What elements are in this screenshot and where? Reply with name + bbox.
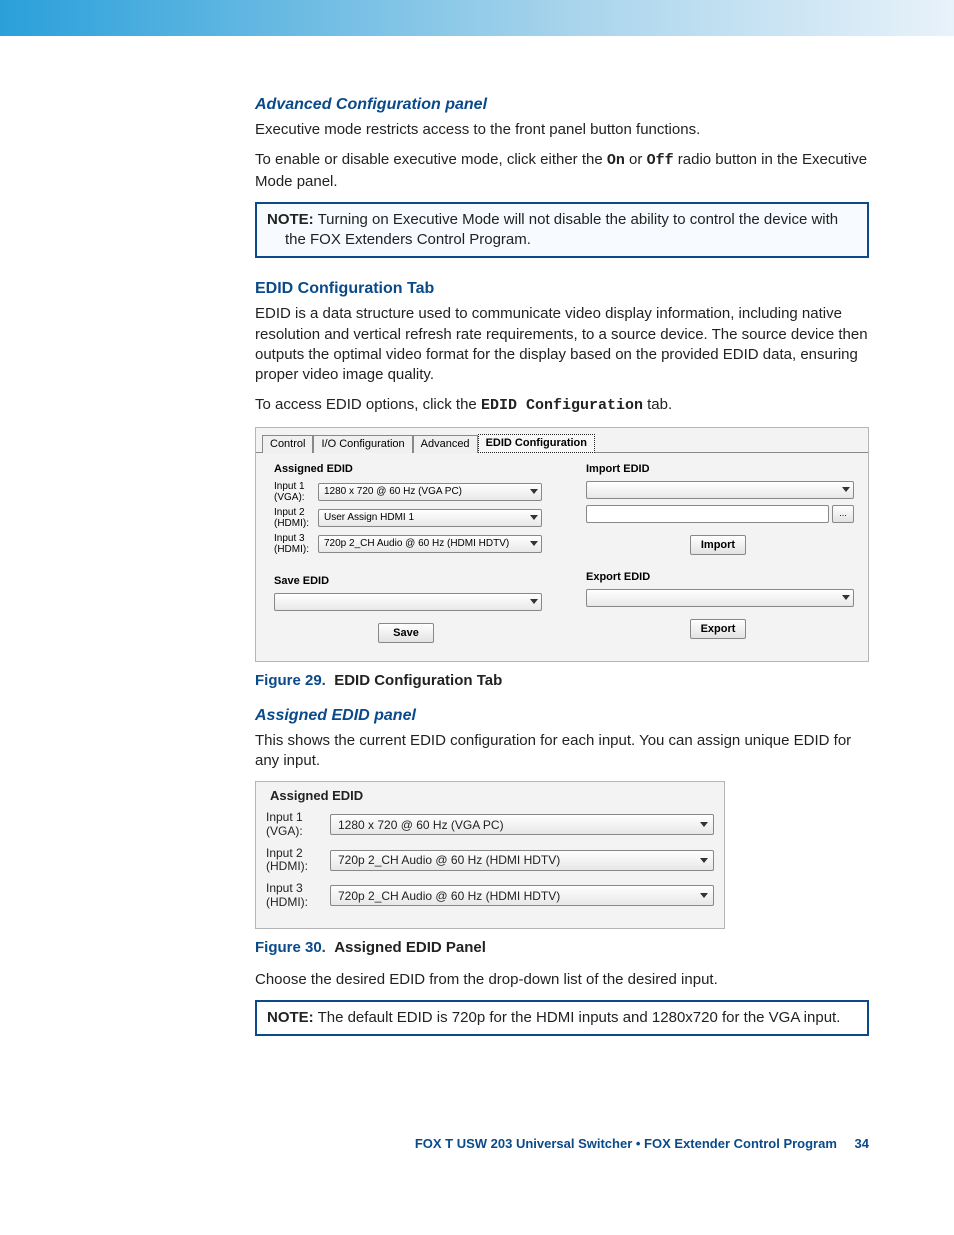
note-box-default-edid: NOTE: The default EDID is 720p for the H… [255, 1000, 869, 1036]
p2-input2-dropdown[interactable]: 720p 2_CH Audio @ 60 Hz (HDMI HDTV) [330, 850, 714, 871]
save-edid-title: Save EDID [274, 575, 542, 587]
p2-input3-dropdown[interactable]: 720p 2_CH Audio @ 60 Hz (HDMI HDTV) [330, 885, 714, 906]
tab-io-configuration[interactable]: I/O Configuration [313, 435, 412, 453]
import-button[interactable]: Import [690, 535, 746, 555]
figure-30-caption: Figure 30. Assigned EDID Panel [255, 939, 869, 956]
input1-edid-dropdown[interactable]: 1280 x 720 @ 60 Hz (VGA PC) [318, 483, 542, 501]
note-text: Turning on Executive Mode will not disab… [318, 211, 839, 228]
export-edid-title: Export EDID [586, 571, 854, 583]
p2-input1-dropdown[interactable]: 1280 x 720 @ 60 Hz (VGA PC) [330, 814, 714, 835]
dropdown-value: 1280 x 720 @ 60 Hz (VGA PC) [324, 486, 462, 497]
import-file-path[interactable] [586, 505, 829, 523]
import-edid-dropdown[interactable] [586, 481, 854, 499]
page-header-bar [0, 0, 954, 36]
chevron-down-icon [842, 595, 850, 600]
chevron-down-icon [530, 515, 538, 520]
export-edid-dropdown[interactable] [586, 589, 854, 607]
p2-input2-label: Input 2 (HDMI): [266, 847, 330, 875]
export-button[interactable]: Export [690, 619, 747, 639]
note-box-exec-mode: NOTE: Turning on Executive Mode will not… [255, 202, 869, 259]
note-text-line2: the FOX Extenders Control Program. [267, 230, 857, 250]
chevron-down-icon [700, 893, 708, 898]
dropdown-value: 720p 2_CH Audio @ 60 Hz (HDMI HDTV) [324, 538, 509, 549]
dropdown-value: 720p 2_CH Audio @ 60 Hz (HDMI HDTV) [338, 853, 560, 867]
text: tab. [643, 396, 672, 413]
text-off: Off [647, 152, 674, 169]
import-edid-title: Import EDID [586, 463, 854, 475]
text: or [625, 151, 647, 168]
dropdown-value: 720p 2_CH Audio @ 60 Hz (HDMI HDTV) [338, 889, 560, 903]
para-choose-edid: Choose the desired EDID from the drop-do… [255, 970, 869, 990]
para-exec-mode-desc: Executive mode restricts access to the f… [255, 120, 869, 140]
input3-label: Input 3 (HDMI): [270, 533, 318, 555]
note-label: NOTE: [267, 1009, 314, 1026]
assigned-edid-panel-title: Assigned EDID [270, 788, 714, 803]
para-edid-desc: EDID is a data structure used to communi… [255, 304, 869, 385]
dropdown-value: 1280 x 720 @ 60 Hz (VGA PC) [338, 818, 504, 832]
heading-assigned-edid: Assigned EDID panel [255, 707, 869, 725]
chevron-down-icon [530, 599, 538, 604]
chevron-down-icon [700, 858, 708, 863]
chevron-down-icon [700, 822, 708, 827]
assigned-edid-title: Assigned EDID [274, 463, 542, 475]
para-edid-access: To access EDID options, click the EDID C… [255, 395, 869, 416]
input2-label: Input 2 (HDMI): [270, 507, 318, 529]
save-button[interactable]: Save [378, 623, 434, 643]
assigned-edid-panel: Assigned EDID Input 1 (VGA): 1280 x 720 … [255, 781, 725, 929]
heading-edid-config: EDID Configuration Tab [255, 280, 869, 298]
dropdown-value: User Assign HDMI 1 [324, 512, 414, 523]
browse-button[interactable]: ... [832, 505, 854, 523]
tab-edid-configuration[interactable]: EDID Configuration [478, 434, 595, 453]
tab-advanced[interactable]: Advanced [413, 435, 478, 453]
note-text: The default EDID is 720p for the HDMI in… [318, 1009, 841, 1026]
text-mono: EDID Configuration [481, 397, 643, 414]
chevron-down-icon [530, 541, 538, 546]
figure-29-caption: Figure 29. EDID Configuration Tab [255, 672, 869, 689]
text: To access EDID options, click the [255, 396, 481, 413]
text-on: On [607, 152, 625, 169]
input1-label: Input 1 (VGA): [270, 481, 318, 503]
p2-input1-label: Input 1 (VGA): [266, 811, 330, 839]
para-exec-mode-howto: To enable or disable executive mode, cli… [255, 150, 869, 192]
input2-edid-dropdown[interactable]: User Assign HDMI 1 [318, 509, 542, 527]
chevron-down-icon [530, 489, 538, 494]
tab-control[interactable]: Control [262, 435, 313, 453]
edid-config-panel: Control I/O Configuration Advanced EDID … [255, 427, 869, 662]
text: To enable or disable executive mode, cli… [255, 151, 607, 168]
tab-bar: Control I/O Configuration Advanced EDID … [256, 428, 868, 452]
save-edid-dropdown[interactable] [274, 593, 542, 611]
heading-advanced-config: Advanced Configuration panel [255, 96, 869, 114]
chevron-down-icon [842, 487, 850, 492]
p2-input3-label: Input 3 (HDMI): [266, 882, 330, 910]
note-label: NOTE: [267, 211, 314, 228]
page-footer: FOX T USW 203 Universal Switcher • FOX E… [0, 1136, 954, 1191]
para-assigned-edid-desc: This shows the current EDID configuratio… [255, 731, 869, 772]
input3-edid-dropdown[interactable]: 720p 2_CH Audio @ 60 Hz (HDMI HDTV) [318, 535, 542, 553]
